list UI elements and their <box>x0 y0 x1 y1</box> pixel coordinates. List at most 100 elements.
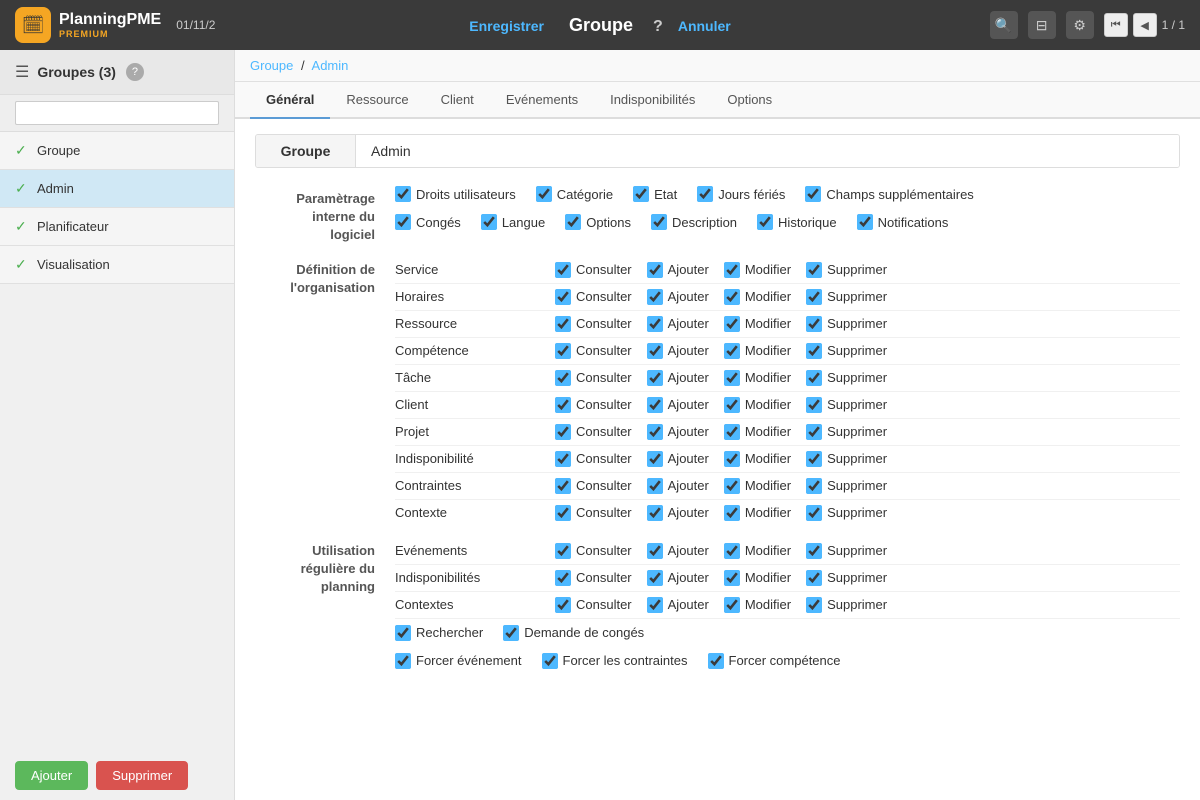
cb-competence-modifier: Modifier <box>724 343 791 359</box>
cb-demande-conges-label: Demande de congés <box>524 625 644 640</box>
header-help-icon[interactable]: ? <box>653 18 663 35</box>
enregistrer-link[interactable]: Enregistrer <box>469 18 544 34</box>
cb-droits-input[interactable] <box>395 186 411 202</box>
cb-description-input[interactable] <box>651 214 667 230</box>
sidebar-help-icon[interactable]: ? <box>126 63 144 81</box>
tab-ressource[interactable]: Ressource <box>330 82 424 119</box>
cb-conges: Congés <box>395 214 461 230</box>
cb-categorie-label: Catégorie <box>557 187 613 202</box>
sidebar-item-admin[interactable]: ✓ Admin <box>0 170 234 208</box>
cb-demande-conges-input[interactable] <box>503 625 519 641</box>
logo-text: PlanningPME <box>59 11 161 29</box>
cb-contraintes-supprimer: Supprimer <box>806 478 887 494</box>
gear-icon[interactable]: ⚙ <box>1066 11 1094 39</box>
tab-options[interactable]: Options <box>711 82 788 119</box>
sidebar-item-header <box>0 95 234 132</box>
layers-icon[interactable]: ⊟ <box>1028 11 1056 39</box>
breadcrumb-groupe[interactable]: Groupe <box>250 58 293 73</box>
cb-evenements-supprimer: Supprimer <box>806 543 887 559</box>
cb-contexte-supprimer: Supprimer <box>806 505 887 521</box>
cb-forcer-contraintes-input[interactable] <box>542 653 558 669</box>
cb-indispos-modifier: Modifier <box>724 570 791 586</box>
groupe-name-row: Groupe Admin <box>255 134 1180 168</box>
sidebar-label-planificateur: Planificateur <box>37 219 109 234</box>
cb-categorie-input[interactable] <box>536 186 552 202</box>
perm-actions-contextes: Consulter Ajouter Modifier Supprimer <box>555 597 887 613</box>
perm-actions-indisponibilite: Consulter Ajouter Modifier Supprimer <box>555 451 887 467</box>
cb-horaires-modifier: Modifier <box>724 289 791 305</box>
perm-actions-competence: Consulter Ajouter Modifier Supprimer <box>555 343 887 359</box>
breadcrumb-admin[interactable]: Admin <box>312 58 349 73</box>
cb-options-input[interactable] <box>565 214 581 230</box>
sidebar-item-groupe[interactable]: ✓ Groupe <box>0 132 234 170</box>
main-layout: ☰ Groupes (3) ? ✓ Groupe ✓ Admin ✓ Plani… <box>0 50 1200 800</box>
cb-service-consulter: Consulter <box>555 262 632 278</box>
sidebar-title: Groupes (3) <box>37 64 116 80</box>
cb-langue: Langue <box>481 214 545 230</box>
form-area: Groupe Admin Paramètrageinterne dulogici… <box>235 119 1200 702</box>
cb-description-label: Description <box>672 215 737 230</box>
cb-demande-conges: Demande de congés <box>503 625 644 641</box>
perm-row-projet: Projet Consulter Ajouter Modifier Suppri… <box>395 419 1180 446</box>
sidebar-item-planificateur[interactable]: ✓ Planificateur <box>0 208 234 246</box>
cb-notifications-input[interactable] <box>857 214 873 230</box>
cb-rechercher: Rechercher <box>395 625 483 641</box>
sidebar-header: ☰ Groupes (3) ? <box>0 50 234 95</box>
cb-champs-input[interactable] <box>805 186 821 202</box>
tab-general[interactable]: Général <box>250 82 330 119</box>
perm-name-ressource: Ressource <box>395 316 555 331</box>
sidebar-item-visualisation[interactable]: ✓ Visualisation <box>0 246 234 284</box>
cb-categorie: Catégorie <box>536 186 613 202</box>
cb-jours-input[interactable] <box>697 186 713 202</box>
cb-indispos-supprimer: Supprimer <box>806 570 887 586</box>
sidebar-check-planificateur: ✓ <box>15 218 29 235</box>
cb-etat-input[interactable] <box>633 186 649 202</box>
cb-forcer-evenement-input[interactable] <box>395 653 411 669</box>
first-page-button[interactable]: ⏮ <box>1104 13 1128 37</box>
sidebar-menu-icon[interactable]: ☰ <box>15 62 29 82</box>
cb-forcer-contraintes: Forcer les contraintes <box>542 653 688 669</box>
annuler-link[interactable]: Annuler <box>678 18 731 34</box>
perm-row-indisponibilite: Indisponibilité Consulter Ajouter Modifi… <box>395 446 1180 473</box>
sidebar-label-admin: Admin <box>37 181 74 196</box>
sidebar-search-input[interactable] <box>15 101 219 125</box>
cb-contraintes-ajouter: Ajouter <box>647 478 709 494</box>
cb-service-modifier: Modifier <box>724 262 791 278</box>
perm-name-contexte: Contexte <box>395 505 555 520</box>
cb-rechercher-input[interactable] <box>395 625 411 641</box>
perm-name-competence: Compétence <box>395 343 555 358</box>
cb-forcer-competence-input[interactable] <box>708 653 724 669</box>
delete-button[interactable]: Supprimer <box>96 761 188 790</box>
add-button[interactable]: Ajouter <box>15 761 88 790</box>
cb-tache-consulter: Consulter <box>555 370 632 386</box>
tab-client[interactable]: Client <box>425 82 490 119</box>
definition-content: Service Consulter Ajouter Modifier Suppr… <box>395 257 1180 526</box>
cb-conges-input[interactable] <box>395 214 411 230</box>
groupe-name-label: Groupe <box>256 135 356 167</box>
cb-forcer-evenement: Forcer événement <box>395 653 522 669</box>
cb-projet-ajouter: Ajouter <box>647 424 709 440</box>
sidebar-label-groupe: Groupe <box>37 143 80 158</box>
cb-langue-input[interactable] <box>481 214 497 230</box>
cb-horaires-ajouter: Ajouter <box>647 289 709 305</box>
breadcrumb-sep: / <box>301 58 305 73</box>
search-icon[interactable]: 🔍 <box>990 11 1018 39</box>
cb-historique-input[interactable] <box>757 214 773 230</box>
cb-historique: Historique <box>757 214 837 230</box>
prev-page-button[interactable]: ◀ <box>1133 13 1157 37</box>
cb-notifications: Notifications <box>857 214 949 230</box>
perm-row-ressource: Ressource Consulter Ajouter Modifier Sup… <box>395 311 1180 338</box>
cb-contextes-ajouter: Ajouter <box>647 597 709 613</box>
header-left: 🗓 PlanningPME PREMIUM 01/11/2 <box>15 7 215 43</box>
perm-actions-client: Consulter Ajouter Modifier Supprimer <box>555 397 887 413</box>
groupe-name-value[interactable]: Admin <box>356 135 1179 167</box>
header-title: Enregistrer Groupe ? Annuler <box>469 15 730 36</box>
cb-contextes-supprimer: Supprimer <box>806 597 887 613</box>
perm-actions-service: Consulter Ajouter Modifier Supprimer <box>555 262 887 278</box>
logo-text-block: PlanningPME PREMIUM <box>59 11 161 39</box>
perm-actions-evenements: Consulter Ajouter Modifier Supprimer <box>555 543 887 559</box>
cb-forcer-competence: Forcer compétence <box>708 653 841 669</box>
sidebar-check-groupe: ✓ <box>15 142 29 159</box>
tab-indisponibilites[interactable]: Indisponibilités <box>594 82 711 119</box>
tab-evenements[interactable]: Evénements <box>490 82 594 119</box>
